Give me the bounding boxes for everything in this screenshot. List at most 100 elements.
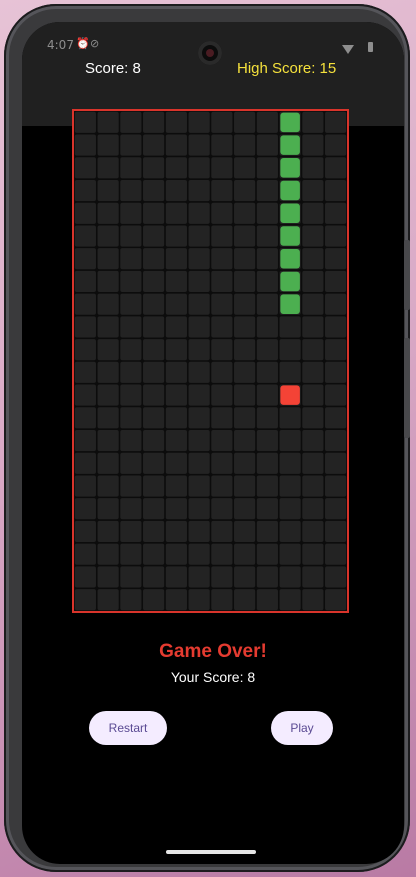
grid-cell <box>97 111 119 133</box>
grid-cell <box>120 179 142 202</box>
alarm-icon: ⏰ <box>76 37 90 50</box>
grid-cell <box>188 407 210 429</box>
grid-cell <box>211 384 233 406</box>
grid-cell <box>143 293 165 315</box>
grid-cell <box>143 134 165 156</box>
grid-cell <box>325 157 347 179</box>
snake-segment <box>280 158 300 178</box>
grid-cell <box>256 520 278 543</box>
grid-cell <box>74 270 96 293</box>
grid-cell <box>302 589 324 611</box>
grid-cell <box>234 566 256 588</box>
grid-cell <box>165 566 187 588</box>
grid-cell <box>279 543 301 565</box>
grid-cell <box>97 293 119 315</box>
grid-cell <box>211 498 233 520</box>
grid-cell <box>143 179 165 202</box>
grid-cell <box>234 452 256 474</box>
restart-button[interactable]: Restart <box>89 711 167 745</box>
grid-cell <box>279 452 301 474</box>
status-time: 4:07 <box>47 38 74 52</box>
grid-cell <box>97 452 119 474</box>
grid-cell <box>211 270 233 293</box>
play-button[interactable]: Play <box>271 711 333 745</box>
grid-cell <box>188 179 210 202</box>
grid-cell <box>211 157 233 179</box>
grid-cell <box>211 361 233 383</box>
grid-cell <box>74 520 96 543</box>
grid-cell <box>74 407 96 429</box>
grid-cell <box>165 157 187 179</box>
grid-cell <box>143 475 165 497</box>
snake-segment <box>280 248 300 269</box>
grid-cell <box>74 134 96 156</box>
grid-cell <box>256 589 278 611</box>
grid-cell <box>302 134 324 156</box>
grid-cell <box>74 316 96 338</box>
snake-segment <box>280 180 300 201</box>
grid-cell <box>211 339 233 361</box>
grid-cell <box>211 293 233 315</box>
grid-cell <box>120 157 142 179</box>
grid-cell <box>165 293 187 315</box>
grid-cell <box>188 361 210 383</box>
grid-cell <box>74 498 96 520</box>
grid-cell <box>302 157 324 179</box>
grid-cell <box>302 384 324 406</box>
grid-cell <box>165 498 187 520</box>
grid-cell <box>74 179 96 202</box>
grid-cell <box>279 475 301 497</box>
grid-cell <box>188 316 210 338</box>
grid-cell <box>256 384 278 406</box>
grid-cell <box>120 475 142 497</box>
grid-cell <box>165 520 187 543</box>
grid-cell <box>97 202 119 224</box>
grid-cell <box>74 339 96 361</box>
grid-cell <box>325 293 347 315</box>
grid-cell <box>188 589 210 611</box>
grid-cell <box>143 270 165 293</box>
grid-cell <box>165 134 187 156</box>
grid-cell <box>325 270 347 293</box>
grid-cell <box>256 407 278 429</box>
grid-cell <box>143 157 165 179</box>
grid-cell <box>279 316 301 338</box>
grid-cell <box>165 225 187 247</box>
final-score-text: Your Score: 8 <box>170 669 256 685</box>
grid-cell <box>97 316 119 338</box>
grid-cell <box>325 475 347 497</box>
grid-cell <box>234 589 256 611</box>
grid-cell <box>302 361 324 383</box>
grid-cell <box>120 293 142 315</box>
high-score-label: High Score: 15 <box>237 60 337 77</box>
snake-head <box>280 112 300 133</box>
grid-cell <box>325 316 347 338</box>
snake-segment <box>280 203 300 224</box>
grid-cell <box>325 134 347 156</box>
grid-cell <box>74 452 96 474</box>
grid-cell <box>234 498 256 520</box>
game-board[interactable] <box>72 109 349 613</box>
grid-cell <box>97 134 119 156</box>
grid-cell <box>74 566 96 588</box>
grid-cell <box>234 202 256 224</box>
grid-cell <box>165 361 187 383</box>
grid-cell <box>302 339 324 361</box>
grid-cell <box>188 225 210 247</box>
grid-cell <box>74 293 96 315</box>
grid-cell <box>279 407 301 429</box>
home-indicator[interactable] <box>166 850 256 854</box>
grid-cell <box>325 179 347 202</box>
grid-cell <box>120 339 142 361</box>
grid-cell <box>256 498 278 520</box>
grid-cell <box>234 520 256 543</box>
grid-cell <box>188 134 210 156</box>
grid-cell <box>120 520 142 543</box>
grid-cell <box>256 566 278 588</box>
grid-cell <box>97 475 119 497</box>
grid-cell <box>74 111 96 133</box>
grid-cell <box>143 361 165 383</box>
grid-cell <box>211 225 233 247</box>
grid-cell <box>97 566 119 588</box>
grid-cell <box>256 225 278 247</box>
